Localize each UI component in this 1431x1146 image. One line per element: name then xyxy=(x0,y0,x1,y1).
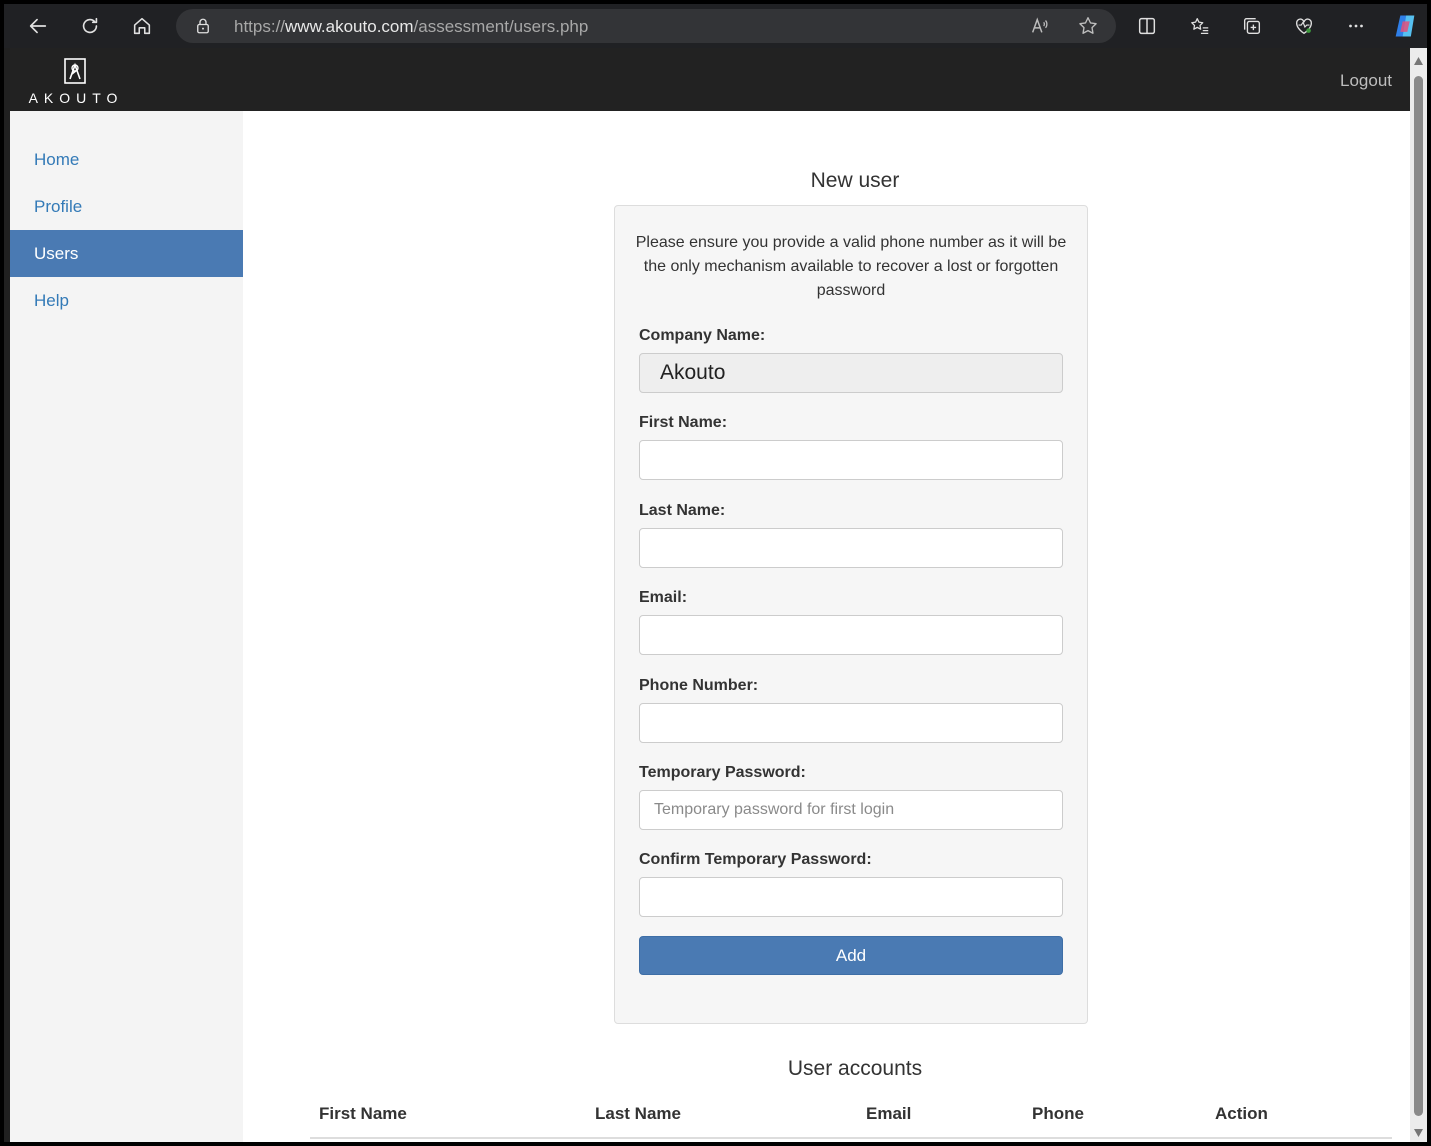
last-name-label: Last Name: xyxy=(639,502,726,519)
phone-number-field[interactable] xyxy=(639,703,1063,743)
ellipsis-icon xyxy=(1349,24,1363,28)
add-user-button[interactable]: Add xyxy=(639,936,1063,975)
read-aloud-button[interactable] xyxy=(1024,10,1056,42)
url-scheme: https:// xyxy=(234,17,286,36)
copilot-icon xyxy=(1395,15,1415,37)
confirm-temporary-password-label: Confirm Temporary Password: xyxy=(639,851,872,868)
scroll-thumb[interactable] xyxy=(1414,76,1423,1116)
logo-text: AKOUTO xyxy=(28,90,124,106)
browser-essentials-button[interactable] xyxy=(1288,10,1320,42)
new-user-form: Please ensure you provide a valid phone … xyxy=(614,205,1088,1024)
back-button[interactable] xyxy=(22,10,54,42)
email-field[interactable] xyxy=(639,615,1063,655)
lock-icon xyxy=(197,18,209,34)
phone-notice: Please ensure you provide a valid phone … xyxy=(635,234,1067,299)
sidebar-item-users[interactable]: Users xyxy=(10,230,243,277)
site-header: AKOUTO Logout xyxy=(10,48,1410,111)
home-button[interactable] xyxy=(126,10,158,42)
url-path: /assessment/users.php xyxy=(413,17,589,36)
refresh-icon xyxy=(82,17,98,34)
sidebar-item-help[interactable]: Help xyxy=(10,277,243,324)
favorites-list-icon xyxy=(1191,18,1209,34)
column-header-action: Action xyxy=(1215,1104,1268,1123)
scroll-down-arrow-icon[interactable] xyxy=(1413,1128,1424,1138)
temporary-password-label: Temporary Password: xyxy=(639,764,806,781)
favorites-button[interactable] xyxy=(1184,10,1216,42)
column-header-email: Email xyxy=(866,1104,912,1123)
url-host: www.akouto.com xyxy=(285,17,414,36)
split-screen-icon xyxy=(1138,17,1156,35)
collections-icon xyxy=(1243,17,1261,35)
browser-toolbar: https://www.akouto.com/assessment/users.… xyxy=(4,4,1427,48)
first-name-label: First Name: xyxy=(639,414,728,431)
column-header-phone: Phone xyxy=(1032,1104,1084,1123)
akouto-logo[interactable]: AKOUTO xyxy=(26,56,126,106)
favorite-star-button[interactable] xyxy=(1072,10,1104,42)
read-aloud-icon xyxy=(1031,17,1048,33)
sidebar-item-profile[interactable]: Profile xyxy=(10,183,243,230)
star-icon xyxy=(1079,17,1097,34)
user-accounts-table-header: First Name Last Name Email Phone Action xyxy=(310,1094,1392,1139)
user-accounts-title: User accounts xyxy=(787,1057,923,1080)
url-text: https://www.akouto.com/assessment/users.… xyxy=(234,17,588,37)
collections-button[interactable] xyxy=(1236,10,1268,42)
company-name-field: Akouto xyxy=(639,353,1063,393)
page-scrollbar[interactable] xyxy=(1410,48,1427,1142)
more-menu-button[interactable] xyxy=(1340,10,1372,42)
sidebar: Home Profile Users Help xyxy=(10,111,243,1142)
scroll-up-arrow-icon[interactable] xyxy=(1413,56,1424,66)
new-user-title: New user xyxy=(810,169,900,192)
back-arrow-icon xyxy=(29,18,47,34)
last-name-field[interactable] xyxy=(639,528,1063,568)
phone-number-label: Phone Number: xyxy=(639,677,759,694)
company-name-label: Company Name: xyxy=(639,327,766,344)
home-icon xyxy=(133,17,151,35)
refresh-button[interactable] xyxy=(74,10,106,42)
sidebar-item-home[interactable]: Home xyxy=(10,136,243,183)
temporary-password-field[interactable] xyxy=(639,790,1063,830)
address-bar[interactable]: https://www.akouto.com/assessment/users.… xyxy=(176,9,1116,43)
column-header-last-name: Last Name xyxy=(595,1104,681,1123)
email-label: Email: xyxy=(639,589,688,606)
browser-window: https://www.akouto.com/assessment/users.… xyxy=(4,4,1427,1142)
column-header-first-name: First Name xyxy=(319,1104,407,1123)
heart-pulse-icon xyxy=(1295,18,1313,35)
split-screen-button[interactable] xyxy=(1131,10,1163,42)
logout-link[interactable]: Logout xyxy=(1340,71,1392,91)
web-page: AKOUTO Logout Home Profile Users Help Ne… xyxy=(10,48,1410,1142)
logo-mark-icon xyxy=(64,58,86,84)
first-name-field[interactable] xyxy=(639,440,1063,480)
confirm-temporary-password-field[interactable] xyxy=(639,877,1063,917)
copilot-button[interactable] xyxy=(1389,10,1421,42)
